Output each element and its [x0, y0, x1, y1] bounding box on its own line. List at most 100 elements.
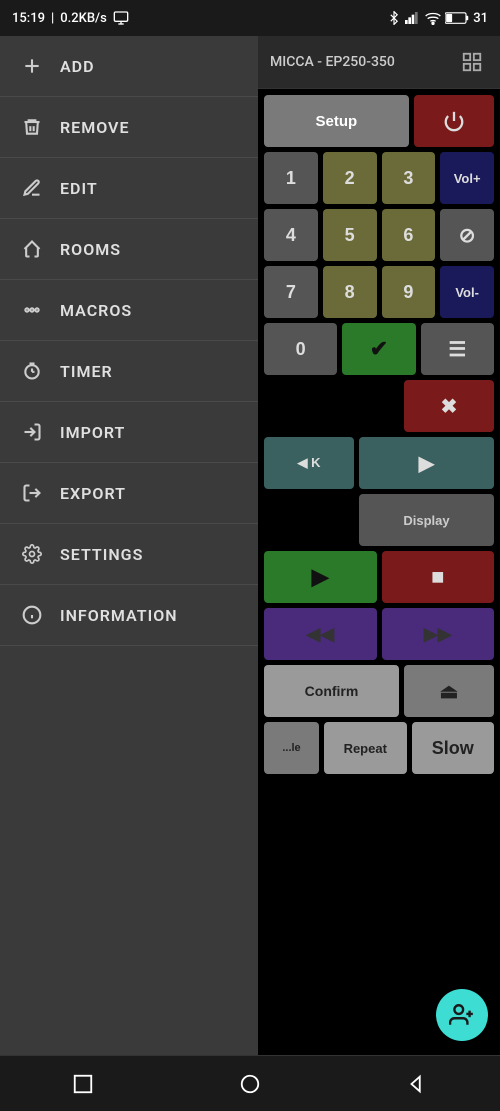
- settings-icon: [20, 542, 44, 566]
- main-layout: ADD REMOVE EDIT: [0, 36, 500, 1055]
- row-setup-power: Setup: [264, 95, 494, 147]
- sidebar-item-macros[interactable]: MACROS: [0, 280, 258, 341]
- stop-button[interactable]: ■: [382, 551, 495, 603]
- sidebar-item-timer[interactable]: TIMER: [0, 341, 258, 402]
- mute-button[interactable]: ⊘: [440, 209, 494, 261]
- num4-button[interactable]: 4: [264, 209, 318, 261]
- fab-button[interactable]: [436, 989, 488, 1041]
- sidebar: ADD REMOVE EDIT: [0, 36, 258, 1055]
- remote-header: MICCA - EP250-350: [258, 36, 500, 89]
- sidebar-label-add: ADD: [60, 57, 95, 76]
- sidebar-item-add[interactable]: ADD: [0, 36, 258, 97]
- row-empty-close: ✖: [264, 380, 494, 432]
- bottom-nav: [0, 1055, 500, 1111]
- sidebar-label-macros: MACROS: [60, 301, 132, 320]
- num3-button[interactable]: 3: [382, 152, 436, 204]
- row-spacer-display: Display: [264, 494, 494, 546]
- wifi-icon: [425, 11, 441, 25]
- time-label: 15:19: [12, 11, 45, 26]
- spacer1: [264, 380, 399, 432]
- row-back-play: ◀ K ▶: [264, 437, 494, 489]
- sidebar-label-export: EXPORT: [60, 484, 126, 503]
- nav-back-button[interactable]: [397, 1064, 437, 1104]
- repeat-button[interactable]: Repeat: [324, 722, 407, 774]
- display-button[interactable]: Display: [359, 494, 494, 546]
- confirm-button[interactable]: Confirm: [264, 665, 399, 717]
- sidebar-item-rooms[interactable]: ROOMS: [0, 219, 258, 280]
- info-icon: [20, 603, 44, 627]
- close-button[interactable]: ✖: [404, 380, 494, 432]
- sidebar-item-import[interactable]: IMPORT: [0, 402, 258, 463]
- row-1-2-3-volplus: 1 2 3 Vol+: [264, 152, 494, 204]
- num1-button[interactable]: 1: [264, 152, 318, 204]
- setup-button[interactable]: Setup: [264, 95, 409, 147]
- sidebar-label-edit: EDIT: [60, 179, 98, 198]
- square-icon: [72, 1073, 94, 1095]
- num5-button[interactable]: 5: [323, 209, 377, 261]
- sidebar-item-edit[interactable]: EDIT: [0, 158, 258, 219]
- num7-button[interactable]: 7: [264, 266, 318, 318]
- row-0-check-menu: 0 ✔ ☰: [264, 323, 494, 375]
- row-subtitle-repeat-slow: ...le Repeat Slow: [264, 722, 494, 774]
- sidebar-label-import: IMPORT: [60, 423, 125, 442]
- subtitle-button[interactable]: ...le: [264, 722, 319, 774]
- bluetooth-icon: [387, 11, 401, 25]
- remote-panel: MICCA - EP250-350 Setup 1: [258, 36, 500, 1055]
- play-button[interactable]: ▶: [264, 551, 377, 603]
- macros-icon: [20, 298, 44, 322]
- plus-icon: [20, 54, 44, 78]
- remote-title: MICCA - EP250-350: [270, 54, 395, 70]
- eject-button[interactable]: ⏏: [404, 665, 494, 717]
- row-4-5-6-mute: 4 5 6 ⊘: [264, 209, 494, 261]
- edit-icon: [20, 176, 44, 200]
- sidebar-item-information[interactable]: INFORMATION: [0, 585, 258, 646]
- remote-content: Setup 1 2 3 Vol+ 4 5 6 ⊘: [258, 89, 500, 1055]
- rewind-button[interactable]: ◀◀: [264, 608, 377, 660]
- volminus-button[interactable]: Vol-: [440, 266, 494, 318]
- battery-icon: [445, 11, 469, 25]
- import-icon: [20, 420, 44, 444]
- sidebar-item-settings[interactable]: SETTINGS: [0, 524, 258, 585]
- num8-button[interactable]: 8: [323, 266, 377, 318]
- back-button[interactable]: ◀ K: [264, 437, 354, 489]
- num9-button[interactable]: 9: [382, 266, 436, 318]
- network-speed-label: 0.2KB/s: [60, 11, 107, 26]
- num0-button[interactable]: 0: [264, 323, 337, 375]
- num6-button[interactable]: 6: [382, 209, 436, 261]
- row-rewind-ff: ◀◀ ▶▶: [264, 608, 494, 660]
- ff-button[interactable]: ▶▶: [382, 608, 495, 660]
- network-speed: |: [51, 11, 54, 26]
- check-button[interactable]: ✔: [342, 323, 415, 375]
- row-play-stop: ▶ ■: [264, 551, 494, 603]
- timer-icon: [20, 359, 44, 383]
- sidebar-item-export[interactable]: EXPORT: [0, 463, 258, 524]
- row-confirm-eject: Confirm ⏏: [264, 665, 494, 717]
- sidebar-label-settings: SETTINGS: [60, 545, 143, 564]
- menu-button[interactable]: ☰: [421, 323, 494, 375]
- num2-button[interactable]: 2: [323, 152, 377, 204]
- remove-icon: [20, 115, 44, 139]
- back-arrow-icon: [406, 1073, 428, 1095]
- status-left: 15:19 | 0.2KB/s: [12, 10, 129, 26]
- sidebar-label-timer: TIMER: [60, 362, 113, 381]
- sidebar-item-remove[interactable]: REMOVE: [0, 97, 258, 158]
- battery-label: 31: [473, 11, 488, 26]
- sidebar-label-remove: REMOVE: [60, 118, 129, 137]
- circle-icon: [239, 1073, 261, 1095]
- nav-square-button[interactable]: [63, 1064, 103, 1104]
- rooms-icon: [20, 237, 44, 261]
- export-icon: [20, 481, 44, 505]
- status-bar: 15:19 | 0.2KB/s: [0, 0, 500, 36]
- row-7-8-9-volminus: 7 8 9 Vol-: [264, 266, 494, 318]
- status-right: 31: [387, 11, 488, 26]
- nav-circle-button[interactable]: [230, 1064, 270, 1104]
- person-plus-icon: [449, 1002, 475, 1028]
- play-teal-button[interactable]: ▶: [359, 437, 494, 489]
- power-button[interactable]: [414, 95, 494, 147]
- monitor-icon: [113, 10, 129, 26]
- volplus-button[interactable]: Vol+: [440, 152, 494, 204]
- spacer2: [264, 494, 354, 546]
- remote-menu-icon[interactable]: [456, 46, 488, 78]
- slow-button[interactable]: Slow: [412, 722, 495, 774]
- sidebar-label-rooms: ROOMS: [60, 240, 121, 259]
